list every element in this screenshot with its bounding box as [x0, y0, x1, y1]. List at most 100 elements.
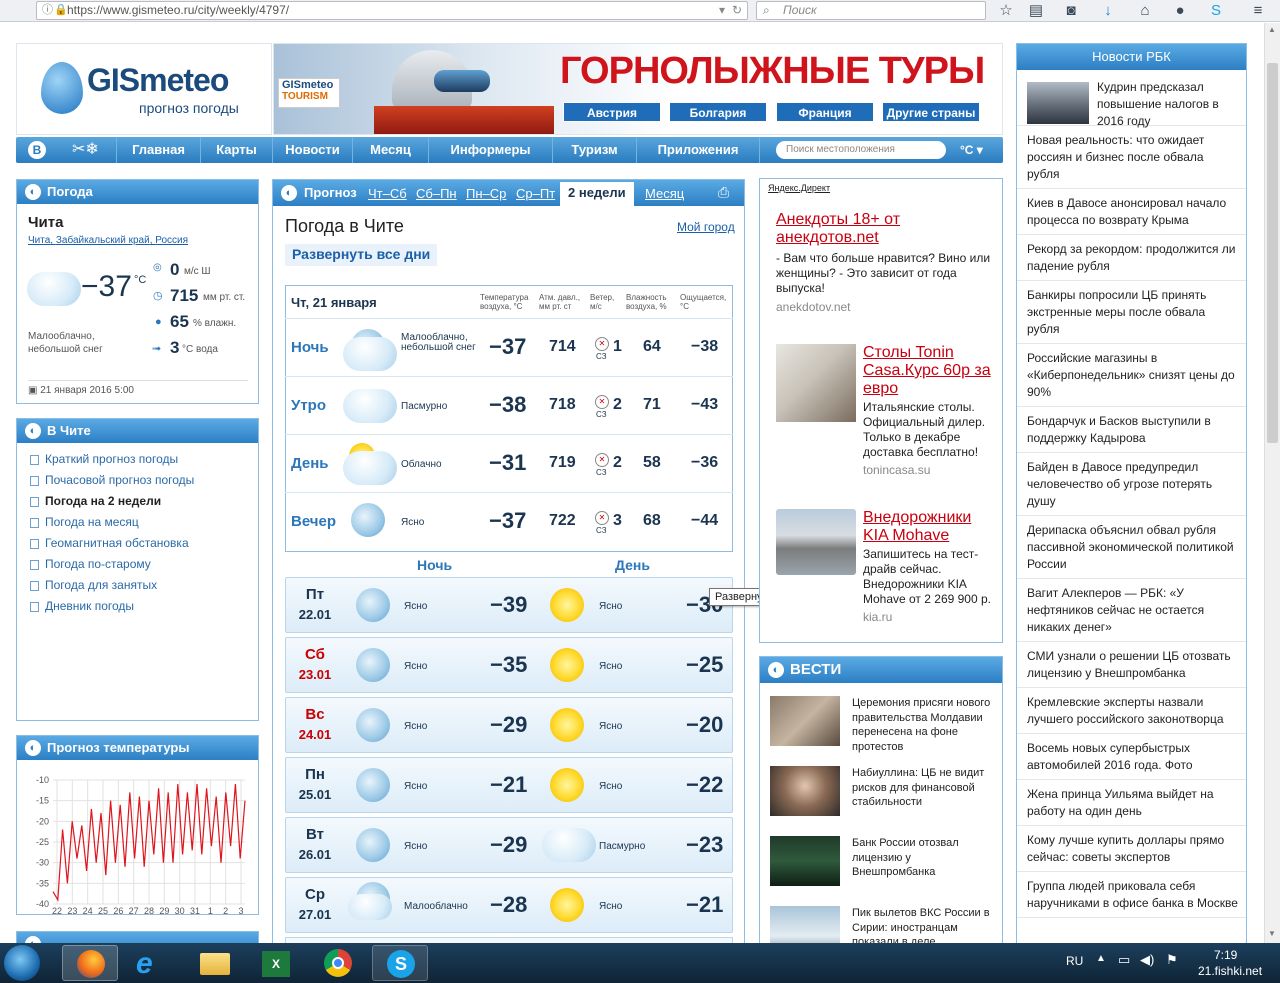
- link-old-style[interactable]: Погода по-старому: [17, 554, 258, 575]
- dropdown-icon[interactable]: ▾: [719, 2, 725, 19]
- skype-icon[interactable]: S: [1207, 2, 1225, 20]
- tab-two-weeks-active[interactable]: 2 недели: [560, 182, 634, 206]
- ad-kia[interactable]: Внедорожники KIA Mohave Запишитесь на те…: [863, 509, 998, 624]
- nav-tourism[interactable]: Туризм: [552, 137, 636, 163]
- day-row-fri[interactable]: Пт 22.01 Ясно −39 Ясно −30: [285, 577, 733, 633]
- news-item[interactable]: Рекорд за рекордом: продолжится ли паден…: [1017, 235, 1246, 281]
- tab-wed-fri[interactable]: Ср–Пт: [516, 186, 555, 201]
- vesti-news-item[interactable]: Церемония присяги нового правительства М…: [770, 696, 995, 762]
- yandex-direct-label[interactable]: Яндекс.Директ: [768, 183, 830, 193]
- news-headline[interactable]: Кудрин предсказал повышение налогов в 20…: [1097, 79, 1237, 130]
- address-bar[interactable]: ⓘ 🔒 https://www.gismeteo.ru/city/weekly/…: [36, 1, 748, 20]
- site-logo[interactable]: GISmeteo прогноз погоды: [16, 43, 272, 135]
- taskbar-ie[interactable]: e: [124, 945, 180, 981]
- breadcrumb-region[interactable]: Забайкальский край: [56, 235, 150, 246]
- link-two-weeks-active[interactable]: Погода на 2 недели: [17, 491, 258, 512]
- banner-button-other-countries[interactable]: Другие страны: [882, 102, 980, 122]
- news-item[interactable]: Вагит Алекперов — РБК: «У нефтяников сей…: [1017, 579, 1246, 642]
- ad-image-table[interactable]: [776, 344, 856, 422]
- news-thumbnail[interactable]: [1027, 82, 1089, 124]
- period-row-morning[interactable]: Утро Пасмурно −38 718 ✕ СЗ 2 71 −43: [285, 376, 733, 434]
- news-item[interactable]: Киев в Давосе анонсировал начало процесс…: [1017, 189, 1246, 235]
- news-item[interactable]: СМИ узнали о решении ЦБ отозвать лицензи…: [1017, 642, 1246, 688]
- news-item[interactable]: Восемь новых супербыстрых автомобилей 20…: [1017, 734, 1246, 780]
- link-month[interactable]: Погода на месяц: [17, 512, 258, 533]
- scroll-down-icon[interactable]: ▼: [1268, 929, 1276, 938]
- news-item[interactable]: Кому лучше купить доллары прямо сейчас: …: [1017, 826, 1246, 872]
- day-row-mon[interactable]: Пн 25.01 Ясно −21 Ясно −22: [285, 757, 733, 813]
- tab-month[interactable]: Месяц: [645, 186, 684, 201]
- ad-image-car[interactable]: [776, 509, 856, 575]
- nav-news[interactable]: Новости: [272, 137, 352, 163]
- menu-icon[interactable]: ≡: [1249, 2, 1267, 20]
- nav-month[interactable]: Месяц: [352, 137, 428, 163]
- scroll-up-icon[interactable]: ▲: [1268, 25, 1276, 34]
- download-icon[interactable]: ↓: [1099, 2, 1117, 20]
- breadcrumb-city[interactable]: Чита: [28, 235, 50, 246]
- ad-banner-ski-tours[interactable]: GISmeteo TOURISM ГОРНОЛЫЖНЫЕ ТУРЫ Австри…: [273, 43, 1003, 135]
- news-headline[interactable]: Набиуллина: ЦБ не видит рисков для финан…: [852, 766, 997, 810]
- tab-sat-mon[interactable]: Сб–Пн: [416, 186, 457, 201]
- bookmark-star-icon[interactable]: ☆: [997, 2, 1015, 20]
- ad-title[interactable]: Анекдоты 18+ от анекдотов.net: [776, 211, 996, 247]
- news-item[interactable]: Кремлевские эксперты назвали лучшего рос…: [1017, 688, 1246, 734]
- ad-url[interactable]: tonincasa.su: [863, 463, 998, 477]
- link-short-forecast[interactable]: Краткий прогноз погоды: [17, 449, 258, 470]
- news-thumbnail[interactable]: [770, 906, 840, 943]
- tab-thu-sat[interactable]: Чт–Сб: [368, 186, 407, 201]
- day-row-sun[interactable]: Вс 24.01 Ясно −29 Ясно −20: [285, 697, 733, 753]
- link-busy[interactable]: Погода для занятых: [17, 575, 258, 596]
- news-item-featured[interactable]: Кудрин предсказал повышение налогов в 20…: [1017, 70, 1246, 128]
- news-item[interactable]: Новая реальность: что ожидает россиян и …: [1017, 126, 1246, 189]
- nav-informers[interactable]: Информеры: [428, 137, 552, 163]
- reload-icon[interactable]: ↻: [732, 2, 742, 19]
- tab-mon-wed[interactable]: Пн–Ср: [466, 186, 506, 201]
- ad-url[interactable]: kia.ru: [863, 610, 998, 624]
- day-row-sat[interactable]: Сб 23.01 Ясно −35 Ясно −25: [285, 637, 733, 693]
- period-row-day[interactable]: День Облачно −31 719 ✕ СЗ 2 58 −36: [285, 434, 733, 492]
- vesti-news-item[interactable]: Пик вылетов ВКС России в Сирии: иностран…: [770, 906, 995, 943]
- news-thumbnail[interactable]: [770, 836, 840, 886]
- start-button[interactable]: [4, 945, 40, 981]
- nav-maps[interactable]: Карты: [200, 137, 272, 163]
- banner-button-bulgaria[interactable]: Болгария: [669, 102, 767, 122]
- ad-anekdoty[interactable]: Анекдоты 18+ от анекдотов.net - Вам что …: [776, 211, 996, 314]
- news-item[interactable]: Дерипаска объяснил обвал рубля пассивной…: [1017, 516, 1246, 579]
- volume-icon[interactable]: ◀): [1140, 952, 1154, 968]
- language-indicator[interactable]: RU: [1066, 954, 1083, 968]
- day-row-tue[interactable]: Вт 26.01 Ясно −29 Пасмурно −23: [285, 817, 733, 873]
- expand-all-button[interactable]: Развернуть все дни: [285, 244, 438, 266]
- ad-tonin[interactable]: Столы Tonin Casa.Курс 60р за евро Италья…: [863, 344, 998, 477]
- day-row-wed[interactable]: Ср 27.01 Малооблачно −28 Ясно −21: [285, 877, 733, 933]
- search-bar[interactable]: ⌕ Поиск: [756, 1, 986, 20]
- news-item[interactable]: Бондарчук и Басков выступили в поддержку…: [1017, 407, 1246, 453]
- clock-time[interactable]: 7:19: [1214, 948, 1237, 962]
- link-hourly-forecast[interactable]: Почасовой прогноз погоды: [17, 470, 258, 491]
- ad-url[interactable]: anekdotov.net: [776, 300, 996, 314]
- tray-arrow-icon[interactable]: ▲: [1096, 953, 1106, 964]
- news-item[interactable]: Группа людей приковала себя наручниками …: [1017, 872, 1246, 918]
- my-city-link[interactable]: Мой город: [677, 220, 735, 234]
- flag-icon[interactable]: ⚑: [1166, 952, 1178, 968]
- ad-title[interactable]: Столы Tonin Casa.Курс 60р за евро: [863, 344, 998, 398]
- taskbar-excel[interactable]: X: [248, 945, 304, 981]
- period-row-evening[interactable]: Вечер Ясно −37 722 ✕ СЗ 3 68 −44: [285, 492, 733, 550]
- nav-main[interactable]: Главная: [116, 137, 200, 163]
- scrollbar-thumb[interactable]: [1267, 63, 1278, 443]
- breadcrumb-country[interactable]: Россия: [155, 235, 188, 246]
- print-icon[interactable]: ⎙: [718, 184, 729, 201]
- taskbar-skype[interactable]: S: [372, 945, 428, 981]
- news-headline[interactable]: Церемония присяги нового правительства М…: [852, 696, 997, 754]
- news-item[interactable]: Российские магазины в «Киберпонедельник»…: [1017, 344, 1246, 407]
- ad-title[interactable]: Внедорожники KIA Mohave: [863, 509, 998, 545]
- period-row-night[interactable]: Ночь Малооблачно, небольшой снег −37 714…: [285, 318, 733, 376]
- news-item[interactable]: Банкиры попросили ЦБ принять экстренные …: [1017, 281, 1246, 344]
- link-diary[interactable]: Дневник погоды: [17, 596, 258, 617]
- nav-apps[interactable]: Приложения: [636, 137, 760, 163]
- snowflake-icon[interactable]: ✂❄: [72, 139, 99, 159]
- taskbar-chrome[interactable]: [310, 945, 366, 981]
- news-item[interactable]: Байден в Давосе предупредил человечество…: [1017, 453, 1246, 516]
- news-headline[interactable]: Пик вылетов ВКС России в Сирии: иностран…: [852, 906, 995, 943]
- link-geomagnetic[interactable]: Геомагнитная обстановка: [17, 533, 258, 554]
- vesti-news-item[interactable]: Банк России отозвал лицензию у Внешпромб…: [770, 836, 995, 902]
